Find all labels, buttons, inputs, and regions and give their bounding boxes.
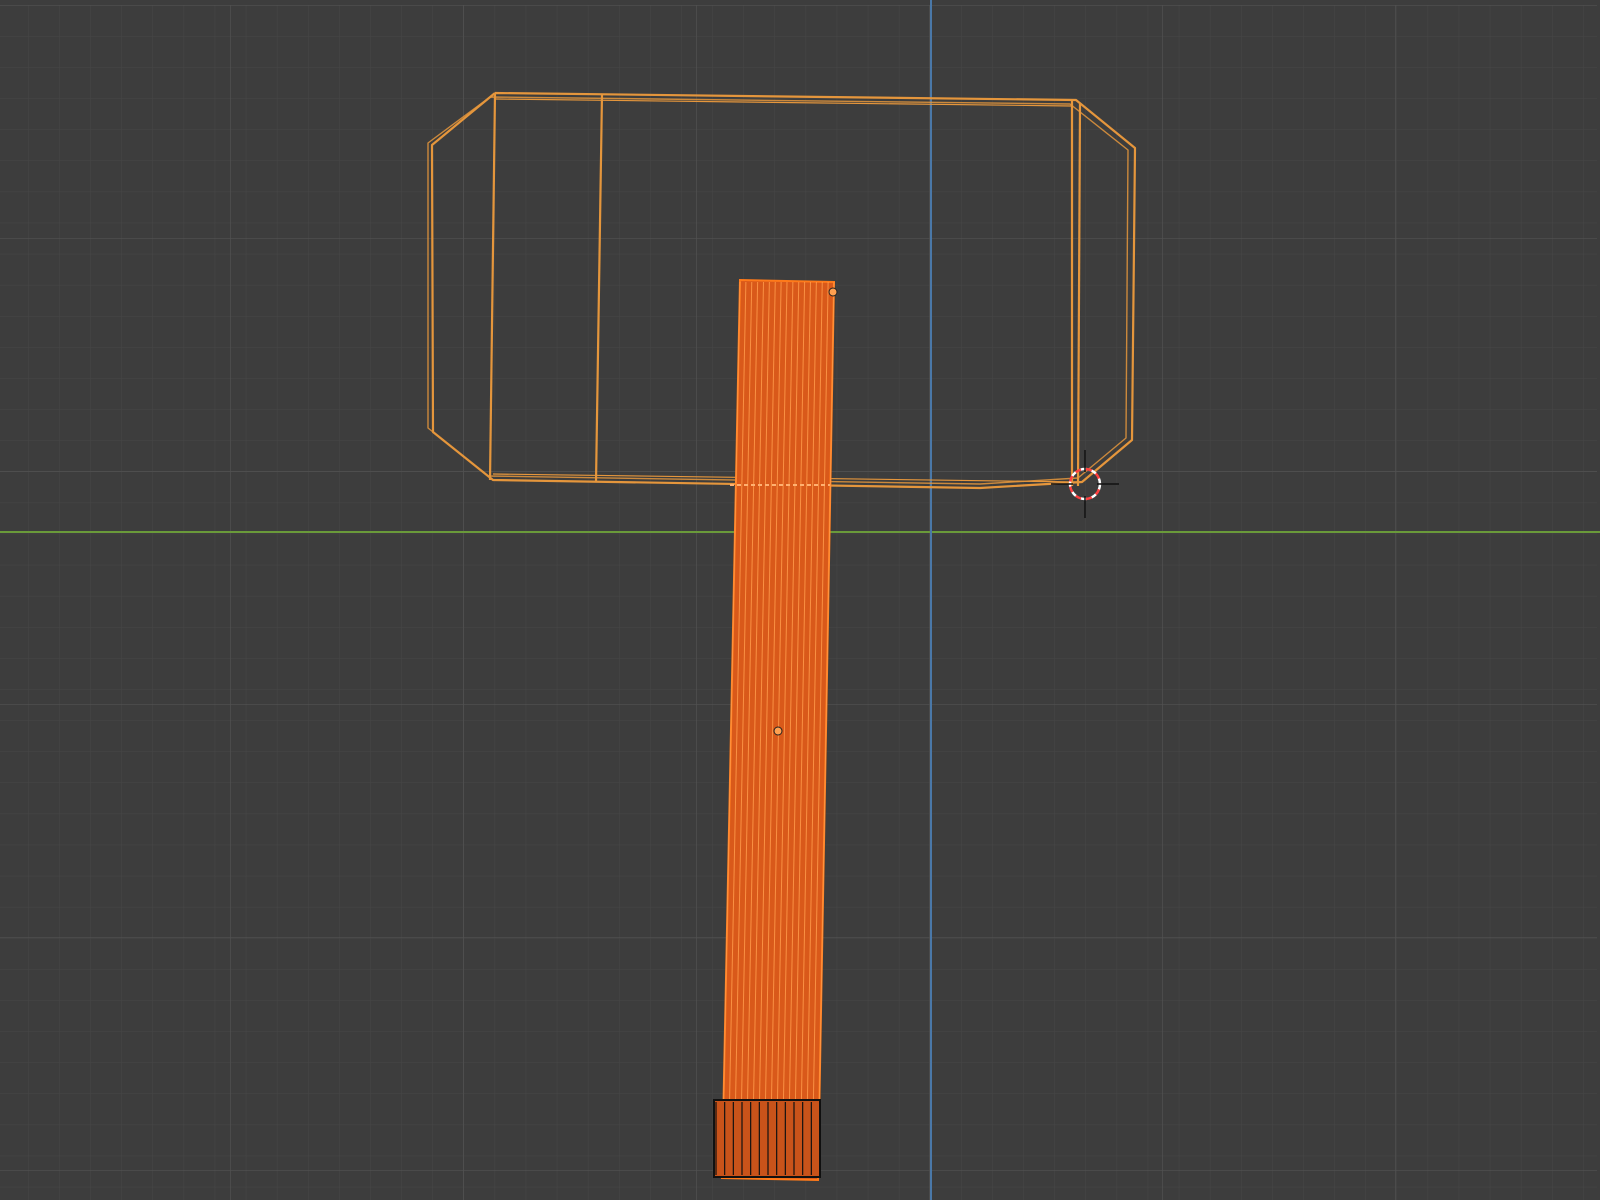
viewport-canvas[interactable] [0, 0, 1600, 1200]
head-origin-dot[interactable] [828, 287, 838, 297]
handle-origin-dot[interactable] [773, 726, 783, 736]
handle-cap-wireframe[interactable] [713, 1099, 821, 1178]
3d-viewport[interactable] [0, 0, 1600, 1200]
